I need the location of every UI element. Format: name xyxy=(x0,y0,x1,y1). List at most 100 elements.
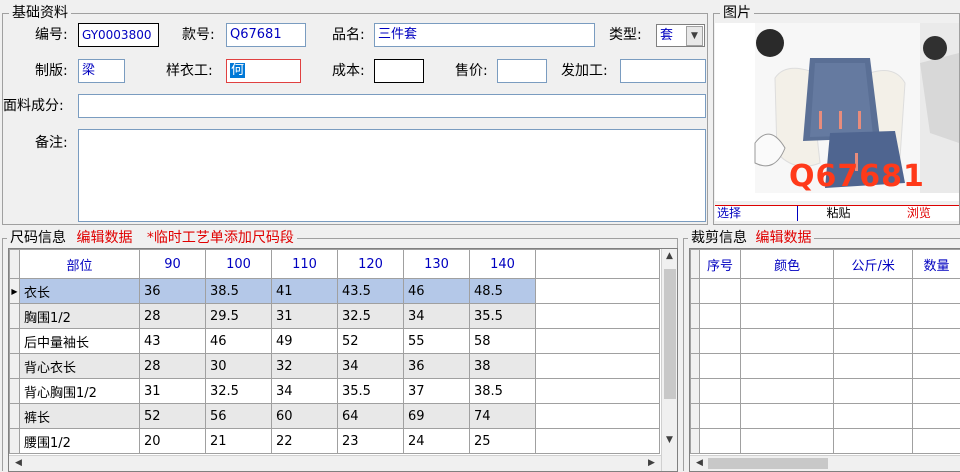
table-row[interactable] xyxy=(691,329,960,354)
table-cell[interactable]: 36 xyxy=(140,279,206,304)
table-cell[interactable]: 背心衣长 xyxy=(20,354,140,379)
table-cell[interactable] xyxy=(536,354,660,379)
table-cell[interactable]: 55 xyxy=(404,329,470,354)
table-cell[interactable]: 69 xyxy=(404,404,470,429)
size-col-header[interactable]: 130 xyxy=(404,250,470,279)
table-cell[interactable]: 22 xyxy=(272,429,338,454)
table-cell[interactable]: 裤长 xyxy=(20,404,140,429)
table-row[interactable]: 背心胸围1/2 31 32.5 34 35.5 37 38.5 xyxy=(10,379,660,404)
table-cell[interactable]: 52 xyxy=(338,329,404,354)
table-cell[interactable] xyxy=(536,304,660,329)
size-col-header[interactable]: 120 xyxy=(338,250,404,279)
cut-grid[interactable]: 序号 颜色 公斤/米 数量 ◀ xyxy=(689,248,960,472)
table-cell[interactable]: 46 xyxy=(206,329,272,354)
table-cell[interactable]: 25 xyxy=(470,429,536,454)
table-row[interactable]: 裤长 52 56 60 64 69 74 xyxy=(10,404,660,429)
cut-col-header[interactable]: 公斤/米 xyxy=(834,250,913,279)
table-cell[interactable] xyxy=(536,329,660,354)
table-row[interactable]: 后中量袖长 43 46 49 52 55 58 xyxy=(10,329,660,354)
table-cell[interactable]: 34 xyxy=(404,304,470,329)
table-cell[interactable]: 32 xyxy=(272,354,338,379)
table-cell[interactable]: 28 xyxy=(140,304,206,329)
paste-picture-button[interactable]: 粘贴 xyxy=(798,206,878,221)
scroll-down-icon[interactable]: ▼ xyxy=(662,435,677,445)
cut-col-header[interactable]: 数量 xyxy=(913,250,960,279)
scroll-thumb[interactable] xyxy=(708,458,828,469)
code-field[interactable]: GY0003800 xyxy=(78,23,159,47)
size-horizontal-scrollbar[interactable]: ◀ ▶ xyxy=(9,455,661,471)
table-cell[interactable]: 28 xyxy=(140,354,206,379)
table-cell[interactable]: 43.5 xyxy=(338,279,404,304)
select-picture-button[interactable]: 选择 xyxy=(715,206,798,221)
size-vertical-scrollbar[interactable]: ▲ ▼ xyxy=(661,249,677,471)
fabric-field[interactable] xyxy=(78,94,706,118)
table-row[interactable]: 胸围1/2 28 29.5 31 32.5 34 35.5 xyxy=(10,304,660,329)
table-cell[interactable]: 29.5 xyxy=(206,304,272,329)
size-col-header[interactable]: 100 xyxy=(206,250,272,279)
table-cell[interactable] xyxy=(536,429,660,454)
note-field[interactable] xyxy=(78,129,706,222)
scroll-right-icon[interactable]: ▶ xyxy=(644,458,659,468)
table-cell[interactable]: 60 xyxy=(272,404,338,429)
scroll-thumb[interactable] xyxy=(664,269,676,399)
table-row[interactable] xyxy=(691,304,960,329)
price-field[interactable] xyxy=(497,59,547,83)
table-cell[interactable] xyxy=(536,404,660,429)
chevron-down-icon[interactable]: ▼ xyxy=(686,26,703,46)
table-cell[interactable]: 48.5 xyxy=(470,279,536,304)
cut-horizontal-scrollbar[interactable]: ◀ xyxy=(690,455,960,471)
size-col-header[interactable]: 110 xyxy=(272,250,338,279)
table-cell[interactable]: 34 xyxy=(272,379,338,404)
table-cell[interactable]: 35.5 xyxy=(470,304,536,329)
size-col-header[interactable]: 部位 xyxy=(20,250,140,279)
table-cell[interactable]: 37 xyxy=(404,379,470,404)
table-row[interactable] xyxy=(691,379,960,404)
table-cell[interactable]: 胸围1/2 xyxy=(20,304,140,329)
table-cell[interactable]: 32.5 xyxy=(206,379,272,404)
table-cell[interactable]: 背心胸围1/2 xyxy=(20,379,140,404)
table-cell[interactable]: 32.5 xyxy=(338,304,404,329)
sample-field[interactable]: 何 xyxy=(226,59,301,83)
table-cell[interactable]: 36 xyxy=(404,354,470,379)
table-cell[interactable]: 38 xyxy=(470,354,536,379)
scroll-left-icon[interactable]: ◀ xyxy=(692,458,707,468)
table-row[interactable]: ▶ 衣长 36 38.5 41 43.5 46 48.5 xyxy=(10,279,660,304)
table-cell[interactable]: 31 xyxy=(140,379,206,404)
table-cell[interactable]: 24 xyxy=(404,429,470,454)
size-col-header[interactable]: 140 xyxy=(470,250,536,279)
table-cell[interactable]: 49 xyxy=(272,329,338,354)
size-edit-link[interactable]: 编辑数据 xyxy=(76,230,132,246)
scroll-left-icon[interactable]: ◀ xyxy=(11,458,26,468)
pattern-field[interactable]: 梁 xyxy=(78,59,125,83)
process-field[interactable] xyxy=(620,59,706,83)
table-cell[interactable]: 38.5 xyxy=(470,379,536,404)
product-photo[interactable]: Q67681 xyxy=(715,23,959,201)
table-cell[interactable]: 腰围1/2 xyxy=(20,429,140,454)
table-cell[interactable]: 43 xyxy=(140,329,206,354)
table-cell[interactable]: 衣长 xyxy=(20,279,140,304)
table-row[interactable] xyxy=(691,404,960,429)
table-row[interactable]: 腰围1/2 20 21 22 23 24 25 xyxy=(10,429,660,454)
table-cell[interactable]: 后中量袖长 xyxy=(20,329,140,354)
table-cell[interactable]: 58 xyxy=(470,329,536,354)
table-cell[interactable]: 35.5 xyxy=(338,379,404,404)
cut-col-header[interactable]: 序号 xyxy=(700,250,741,279)
table-cell[interactable] xyxy=(536,379,660,404)
table-cell[interactable]: 52 xyxy=(140,404,206,429)
table-row[interactable] xyxy=(691,429,960,454)
table-row[interactable] xyxy=(691,279,960,304)
table-cell[interactable]: 31 xyxy=(272,304,338,329)
style-field[interactable]: Q67681 xyxy=(226,23,306,47)
table-cell[interactable] xyxy=(536,279,660,304)
table-cell[interactable]: 38.5 xyxy=(206,279,272,304)
size-grid[interactable]: 部位 90 100 110 120 130 140 ▶ 衣长 36 38.5 4… xyxy=(8,248,678,472)
table-cell[interactable]: 64 xyxy=(338,404,404,429)
size-col-header[interactable]: 90 xyxy=(140,250,206,279)
table-cell[interactable]: 41 xyxy=(272,279,338,304)
cost-field[interactable] xyxy=(374,59,424,83)
name-field[interactable]: 三件套 xyxy=(374,23,595,47)
table-cell[interactable]: 56 xyxy=(206,404,272,429)
table-cell[interactable]: 46 xyxy=(404,279,470,304)
table-row[interactable]: 背心衣长 28 30 32 34 36 38 xyxy=(10,354,660,379)
table-cell[interactable]: 34 xyxy=(338,354,404,379)
